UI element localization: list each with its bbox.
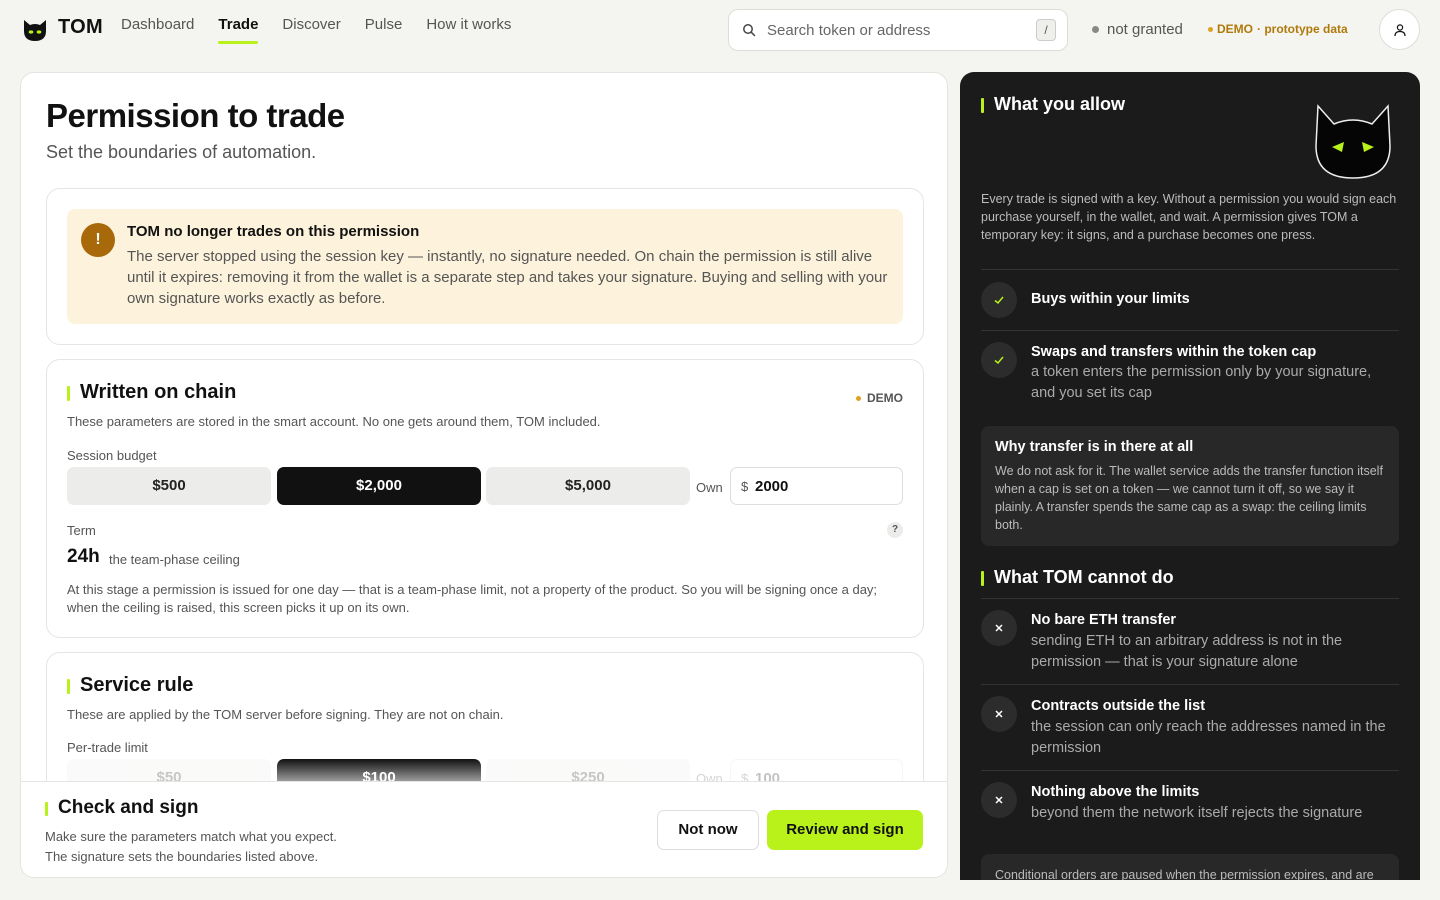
permission-status-text: not granted [1107, 21, 1183, 38]
nav-dashboard[interactable]: Dashboard [121, 16, 194, 44]
info-panel: What you allow Every trade is signed wit… [960, 72, 1420, 880]
user-icon [1393, 23, 1406, 36]
cat-logo-icon[interactable] [22, 17, 48, 43]
demo-note: · prototype data [1257, 22, 1348, 36]
top-bar: TOM Dashboard Trade Discover Pulse How i… [0, 0, 1440, 60]
term-description: At this stage a permission is issued for… [67, 582, 878, 615]
divider [981, 330, 1399, 331]
sign-footer: Check and sign Make sure the parameters … [21, 781, 947, 877]
permission-status: not granted [1092, 21, 1183, 38]
brand-name[interactable]: TOM [58, 16, 103, 39]
cannot-item-subtitle: the session can only reach the addresses… [1031, 719, 1386, 756]
main-nav: Dashboard Trade Discover Pulse How it wo… [121, 16, 511, 44]
search-icon [743, 24, 756, 37]
nav-how-it-works[interactable]: How it works [426, 16, 511, 44]
divider [981, 269, 1399, 270]
section-title: Written on chain [67, 381, 236, 404]
cannot-item-subtitle: sending ETH to an arbitrary address is n… [1031, 633, 1343, 670]
cross-icon [981, 610, 1017, 646]
per-trade-limit-label: Per-trade limit [67, 740, 148, 755]
status-dot-icon [1092, 26, 1099, 33]
allow-item-title: Buys within your limits [1031, 291, 1190, 307]
panel-intro: Every trade is signed with a key. Withou… [981, 192, 1397, 242]
divider [981, 770, 1399, 771]
budget-option-2000[interactable]: $2,000 [277, 467, 481, 505]
session-budget-label: Session budget [67, 448, 157, 463]
allow-item-title: Swaps and transfers within the token cap [1031, 344, 1317, 360]
section-demo-label: DEMO [867, 391, 903, 405]
term-note: the team-phase ceiling [109, 552, 240, 567]
cannot-item-title: No bare ETH transfer [1031, 612, 1177, 628]
search-box[interactable]: / [728, 9, 1068, 51]
own-budget-input[interactable] [755, 476, 895, 496]
bottom-note-text: Conditional orders are paused when the p… [995, 868, 1374, 880]
search-shortcut-hint: / [1036, 19, 1056, 41]
nav-trade[interactable]: Trade [218, 16, 259, 44]
demo-label: DEMO [1217, 22, 1253, 36]
conditional-orders-note: Conditional orders are paused when the p… [981, 854, 1399, 880]
footer-text: Make sure the parameters match what you … [45, 827, 445, 867]
on-chain-section: Written on chain DEMO These parameters a… [46, 359, 924, 638]
currency-symbol: $ [741, 479, 749, 494]
notice-text: The server stopped using the session key… [127, 248, 888, 307]
budget-option-500[interactable]: $500 [67, 467, 271, 505]
cannot-item-subtitle: beyond them the network itself rejects t… [1031, 805, 1363, 821]
cross-icon [981, 782, 1017, 818]
cannot-item-title: Nothing above the limits [1031, 784, 1200, 800]
own-budget-label: Own [696, 480, 723, 495]
warning-notice: ! TOM no longer trades on this permissio… [67, 209, 903, 324]
account-button[interactable] [1379, 9, 1420, 50]
permission-form-card: Permission to trade Set the boundaries o… [20, 72, 948, 878]
budget-option-5000[interactable]: $5,000 [486, 467, 690, 505]
footer-title: Check and sign [45, 797, 198, 819]
section-demo-badge: DEMO [856, 391, 903, 405]
nav-discover[interactable]: Discover [282, 16, 340, 44]
why-text: We do not ask for it. The wallet service… [995, 464, 1383, 532]
divider [981, 684, 1399, 685]
page-subtitle: Set the boundaries of automation. [46, 142, 317, 162]
notice-card: ! TOM no longer trades on this permissio… [46, 188, 924, 345]
allow-item-subtitle: a token enters the permission only by yo… [1031, 364, 1372, 401]
check-icon [981, 342, 1017, 378]
cannot-item-title: Contracts outside the list [1031, 698, 1206, 714]
demo-dot-icon [856, 395, 861, 401]
review-and-sign-button[interactable]: Review and sign [767, 810, 923, 850]
check-icon [981, 282, 1017, 318]
warning-icon: ! [81, 223, 115, 257]
page-title: Permission to trade [46, 97, 345, 134]
section-description: These parameters are stored in the smart… [67, 414, 601, 429]
section-description: These are applied by the TOM server befo… [67, 707, 504, 722]
cat-mascot-icon [1315, 104, 1391, 179]
search-input[interactable] [767, 19, 1027, 41]
allow-heading: What you allow [981, 94, 1125, 115]
notice-title: TOM no longer trades on this permission [127, 223, 420, 240]
own-budget-field[interactable]: $ [730, 467, 903, 505]
why-transfer-box: Why transfer is in there at all We do no… [981, 426, 1399, 546]
not-now-button[interactable]: Not now [657, 810, 759, 850]
footer-line-2: The signature sets the boundaries listed… [45, 849, 319, 864]
section-title: Service rule [67, 674, 193, 697]
cross-icon [981, 696, 1017, 732]
nav-pulse[interactable]: Pulse [365, 16, 403, 44]
divider [981, 598, 1399, 599]
term-value: 24h [67, 546, 100, 567]
term-help-button[interactable]: ? [887, 522, 903, 538]
why-title: Why transfer is in there at all [995, 439, 1194, 455]
footer-line-1: Make sure the parameters match what you … [45, 829, 337, 844]
demo-dot-icon [1208, 26, 1213, 32]
cannot-heading: What TOM cannot do [981, 567, 1174, 588]
demo-badge: DEMO · prototype data [1208, 22, 1348, 36]
term-label: Term [67, 523, 96, 538]
